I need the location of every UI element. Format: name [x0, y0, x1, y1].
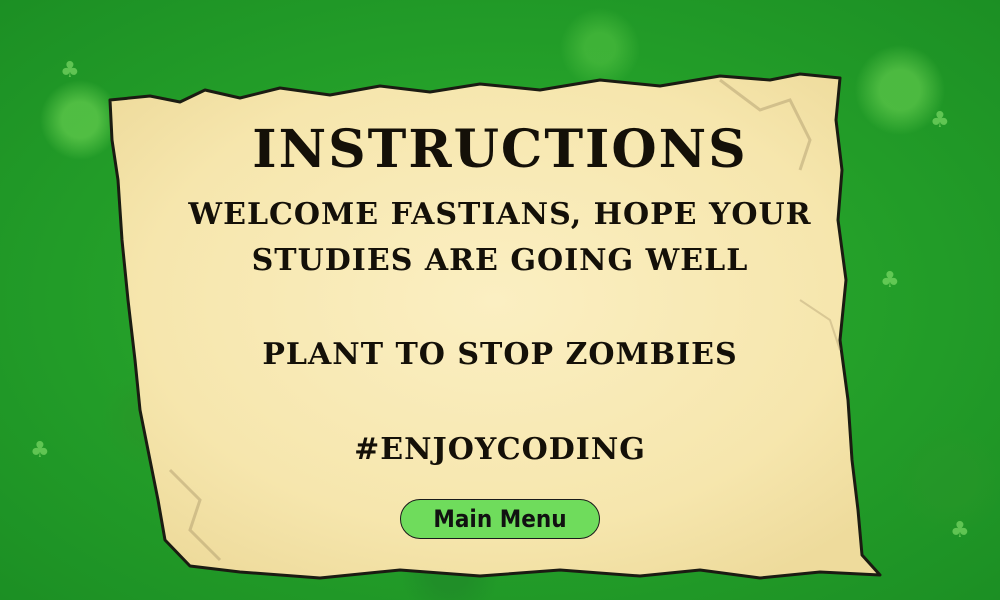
hashtag-text: #ENJOYCODING — [354, 432, 646, 467]
page-title: INSTRUCTIONS — [252, 119, 748, 180]
welcome-line-1: WELCOME FASTIANS, HOPE YOUR — [188, 197, 812, 232]
main-menu-button[interactable]: Main Menu — [400, 499, 600, 539]
welcome-line-2: STUDIES ARE GOING WELL — [251, 243, 749, 278]
instruction-text: PLANT TO STOP ZOMBIES — [262, 337, 738, 372]
instructions-panel: INSTRUCTIONS WELCOME FASTIANS, HOPE YOUR… — [150, 110, 850, 470]
